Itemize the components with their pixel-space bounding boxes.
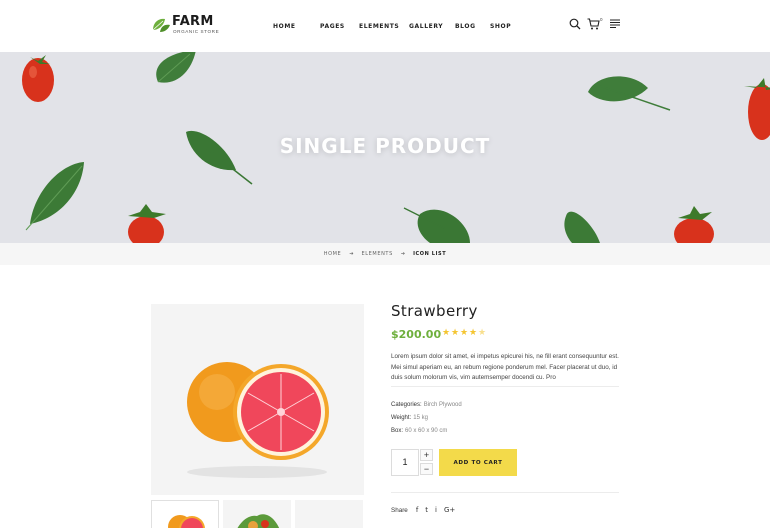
divider <box>391 386 619 387</box>
quantity-minus-button[interactable]: − <box>420 463 433 475</box>
categories-row: Categories: Birch Plywood <box>391 402 462 408</box>
weight-label: Weight: <box>391 415 412 421</box>
box-label: Box: <box>391 428 404 434</box>
star-icon: ★ <box>460 327 469 337</box>
nav-home[interactable]: HOME <box>273 20 320 34</box>
grapefruit-thumbnail-image <box>168 515 205 528</box>
nav-blog[interactable]: BLOG <box>455 20 490 34</box>
leaf-logo-icon <box>152 18 170 32</box>
product-price: $200.00 <box>391 328 442 341</box>
categories-label: Categories: <box>391 402 422 408</box>
star-icon: ★ <box>442 327 451 337</box>
star-icon: ★ <box>469 327 478 337</box>
logo-subtitle: ORGANIC STORE <box>173 29 220 34</box>
share-label: Share <box>391 506 408 514</box>
add-to-cart-button[interactable]: ADD TO CART <box>439 449 517 476</box>
grapefruit-image <box>187 362 329 478</box>
cart-count-badge: 0 <box>600 17 603 22</box>
box-row: Box: 60 x 60 x 90 cm <box>391 428 447 434</box>
search-icon[interactable] <box>569 18 581 30</box>
page-banner: SINGLE PRODUCT <box>0 52 770 243</box>
breadcrumb-arrow-icon: ➔ <box>400 251 406 257</box>
google-plus-icon[interactable]: G+ <box>444 506 455 514</box>
rating-stars: ★ ★ ★ ★ ★ <box>442 327 487 338</box>
site-header: FARM ORGANIC STORE HOME PAGES ELEMENTS G… <box>0 0 770 52</box>
main-nav: HOME PAGES ELEMENTS GALLERY BLOG SHOP <box>263 20 520 34</box>
divider <box>391 492 619 493</box>
twitter-icon[interactable]: t <box>425 506 428 514</box>
product-thumbnail[interactable] <box>295 500 363 528</box>
nav-shop[interactable]: SHOP <box>490 20 520 34</box>
product-main-image[interactable] <box>151 304 364 495</box>
breadcrumb-home[interactable]: HOME <box>324 251 342 257</box>
header-icons: 0 <box>569 17 623 32</box>
weight-row: Weight: 15 kg <box>391 415 428 421</box>
quantity-input[interactable]: 1 <box>391 449 419 476</box>
breadcrumb-current: ICON LIST <box>413 251 447 257</box>
nav-elements[interactable]: ELEMENTS <box>359 20 409 34</box>
page-title: SINGLE PRODUCT <box>279 134 491 158</box>
quantity-plus-button[interactable]: + <box>420 449 433 461</box>
nav-pages[interactable]: PAGES <box>320 20 359 34</box>
breadcrumb-arrow-icon: ➔ <box>349 251 354 257</box>
menu-icon[interactable] <box>610 18 620 29</box>
tomato-icon <box>22 55 54 102</box>
half-star-icon: ★ <box>478 327 487 337</box>
facebook-icon[interactable]: f <box>416 506 418 514</box>
star-icon: ★ <box>451 327 460 337</box>
logo-title: FARM <box>172 14 214 29</box>
product-description: Lorem ipsum dolor sit amet, ei impetus e… <box>391 353 619 381</box>
breadcrumb: HOME ➔ ELEMENTS ➔ ICON LIST <box>0 243 770 265</box>
product-thumbnail[interactable] <box>151 500 219 528</box>
instagram-icon[interactable]: i <box>435 506 437 514</box>
categories-value[interactable]: Birch Plywood <box>424 402 462 408</box>
share-row: Share f t i G+ <box>391 503 462 517</box>
weight-value: 15 kg <box>413 415 428 421</box>
box-value: 60 x 60 x 90 cm <box>405 428 448 434</box>
cart-icon[interactable] <box>587 18 600 30</box>
product-name: Strawberry <box>391 302 478 320</box>
logo[interactable]: FARM ORGANIC STORE <box>151 14 219 38</box>
vegetables-thumbnail-image <box>237 514 280 528</box>
product-thumbnail[interactable] <box>223 500 291 528</box>
nav-gallery[interactable]: GALLERY <box>409 20 455 34</box>
breadcrumb-elements[interactable]: ELEMENTS <box>362 251 393 257</box>
